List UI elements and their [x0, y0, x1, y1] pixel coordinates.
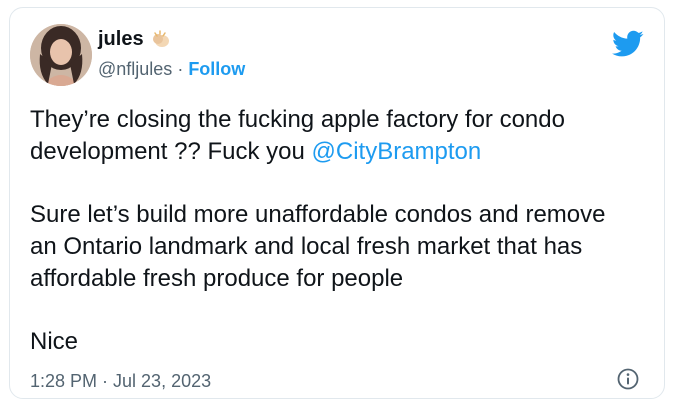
author-handle[interactable]: @nfljules: [98, 58, 172, 80]
tweet-paragraph-2: Sure let’s build more unaffordable condo…: [30, 201, 606, 292]
twitter-bird-icon[interactable]: [612, 30, 644, 58]
follow-button[interactable]: Follow: [188, 58, 245, 80]
tweet-timestamp[interactable]: 1:28 PM · Jul 23, 2023: [30, 370, 211, 392]
handle-separator: ·: [177, 59, 184, 79]
clapping-hands-icon: [150, 28, 172, 50]
author-name-row: jules: [98, 27, 172, 51]
avatar[interactable]: [30, 24, 92, 86]
info-icon[interactable]: [616, 367, 640, 391]
tweet-paragraph-3: Nice: [30, 328, 79, 355]
tweet-body: They’re closing the fucking apple factor…: [30, 104, 630, 389]
mention-link[interactable]: @CityBrampton: [312, 138, 482, 165]
tweet-card: jules @nfljules · Follow They’re closing…: [9, 7, 665, 399]
tweet-text-line: They’re closing the fucking apple factor…: [30, 106, 565, 165]
tweet-paragraph-1: They’re closing the fucking apple factor…: [30, 104, 630, 168]
display-name[interactable]: jules: [98, 27, 144, 51]
handle-row: @nfljules · Follow: [98, 58, 245, 80]
avatar-image: [30, 24, 92, 86]
